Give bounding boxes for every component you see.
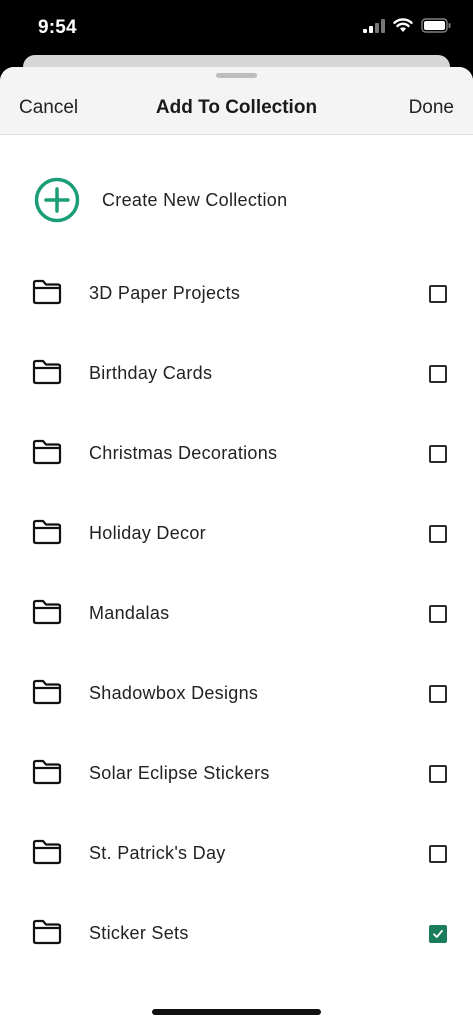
folder-icon: [32, 439, 62, 465]
folder-icon: [32, 759, 62, 785]
cellular-signal-icon: [363, 18, 385, 38]
collection-item-label: Mandalas: [89, 603, 170, 623]
sheet-grabber[interactable]: [216, 73, 257, 78]
collection-item[interactable]: 3D Paper Projects: [0, 253, 473, 333]
folder-icon: [32, 519, 62, 545]
status-time: 9:54: [38, 17, 77, 38]
status-icons: [363, 18, 451, 38]
collection-list: 3D Paper Projects Birthday Cards Christmas…: [0, 253, 473, 973]
collection-item-label: Solar Eclipse Stickers: [89, 763, 270, 783]
checkbox[interactable]: [429, 525, 447, 543]
checkbox[interactable]: [429, 445, 447, 463]
collection-item[interactable]: Birthday Cards: [0, 333, 473, 413]
folder-icon: [32, 839, 62, 865]
collection-item[interactable]: Sticker Sets: [0, 893, 473, 973]
checkbox[interactable]: [429, 605, 447, 623]
battery-icon: [421, 18, 451, 38]
checkbox[interactable]: [429, 765, 447, 783]
create-new-collection-button[interactable]: Create New Collection: [0, 171, 473, 229]
collection-item-label: St. Patrick's Day: [89, 843, 226, 863]
folder-icon: [32, 679, 62, 705]
status-bar: 9:54: [0, 0, 473, 56]
collection-item[interactable]: St. Patrick's Day: [0, 813, 473, 893]
home-indicator[interactable]: [152, 1009, 321, 1015]
collection-item-label: Birthday Cards: [89, 363, 213, 383]
collection-item-label: 3D Paper Projects: [89, 283, 241, 303]
folder-icon: [32, 279, 62, 305]
collection-item[interactable]: Christmas Decorations: [0, 413, 473, 493]
collection-item[interactable]: Holiday Decor: [0, 493, 473, 573]
checkbox[interactable]: [429, 685, 447, 703]
checkbox[interactable]: [429, 285, 447, 303]
collection-item[interactable]: Shadowbox Designs: [0, 653, 473, 733]
nav-bar: Cancel Add To Collection Done: [0, 67, 473, 135]
create-new-collection-label: Create New Collection: [102, 190, 288, 210]
add-to-collection-sheet: Cancel Add To Collection Done Create New…: [0, 67, 473, 1024]
cancel-button[interactable]: Cancel: [19, 97, 78, 119]
collection-item[interactable]: Solar Eclipse Stickers: [0, 733, 473, 813]
wifi-icon: [393, 18, 413, 38]
collection-item-label: Sticker Sets: [89, 923, 189, 943]
done-button[interactable]: Done: [409, 97, 454, 119]
folder-icon: [32, 599, 62, 625]
collection-item-label: Holiday Decor: [89, 523, 206, 543]
checkbox-checked[interactable]: [429, 925, 447, 943]
checkbox[interactable]: [429, 845, 447, 863]
collection-item-label: Shadowbox Designs: [89, 683, 259, 703]
add-circle-icon: [34, 177, 80, 223]
checkbox[interactable]: [429, 365, 447, 383]
folder-icon: [32, 919, 62, 945]
collection-item[interactable]: Mandalas: [0, 573, 473, 653]
folder-icon: [32, 359, 62, 385]
collection-item-label: Christmas Decorations: [89, 443, 278, 463]
